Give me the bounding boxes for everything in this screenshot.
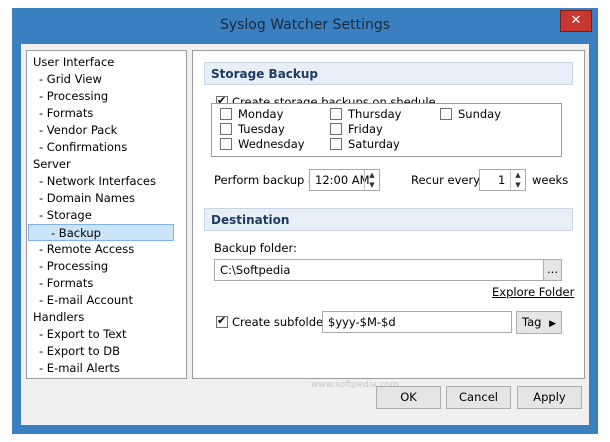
- tree-item-export-to-text[interactable]: - Export to Text: [39, 326, 127, 343]
- wednesday-checkbox[interactable]: [220, 138, 232, 150]
- thursday-label[interactable]: Thursday: [348, 107, 401, 121]
- friday-checkbox[interactable]: [330, 123, 342, 135]
- recur-spinner[interactable]: ▲ ▼: [510, 170, 525, 190]
- spin-down-icon[interactable]: ▼: [365, 180, 379, 190]
- tree-item-formats[interactable]: - Formats: [39, 105, 93, 122]
- tree-item-processing[interactable]: - Processing: [39, 88, 108, 105]
- tree-item-handlers[interactable]: Handlers: [33, 309, 84, 326]
- tag-button-label: Tag: [521, 315, 542, 329]
- play-arrow-icon: ▶: [549, 319, 557, 329]
- close-icon: ✕: [570, 13, 582, 28]
- tree-item-email-alerts[interactable]: - E-mail Alerts: [39, 360, 120, 377]
- tree-item-server[interactable]: Server: [33, 156, 71, 173]
- backup-folder-label: Backup folder:: [214, 241, 297, 255]
- weeks-label: weeks: [532, 173, 569, 187]
- tree-item-backup[interactable]: - Backup: [28, 224, 174, 241]
- recur-every-label: Recur every:: [411, 173, 484, 187]
- settings-tree[interactable]: User Interface - Grid View - Processing …: [26, 50, 187, 379]
- ok-button[interactable]: OK: [376, 386, 441, 409]
- tree-item-vendor-pack[interactable]: - Vendor Pack: [39, 122, 117, 139]
- tree-item-grid-view[interactable]: - Grid View: [39, 71, 102, 88]
- spin-up-icon[interactable]: ▲: [365, 170, 379, 180]
- tree-item-email-account[interactable]: - E-mail Account: [39, 292, 133, 309]
- tree-item-remote-access[interactable]: - Remote Access: [39, 241, 134, 258]
- dialog-client: User Interface - Grid View - Processing …: [21, 44, 589, 425]
- sunday-label[interactable]: Sunday: [458, 107, 501, 121]
- tree-item-confirmations[interactable]: - Confirmations: [39, 139, 127, 156]
- backup-time-value: 12:00 AM: [315, 173, 370, 187]
- spin-down-icon[interactable]: ▼: [511, 180, 525, 190]
- spin-up-icon[interactable]: ▲: [511, 170, 525, 180]
- tree-item-server-formats[interactable]: - Formats: [39, 275, 93, 292]
- storage-backup-header: Storage Backup: [204, 62, 573, 85]
- backup-time-input[interactable]: 12:00 AM ▲ ▼: [309, 169, 380, 191]
- saturday-checkbox[interactable]: [330, 138, 342, 150]
- days-group: Monday Tuesday Wednesday Thursday Friday…: [211, 103, 562, 157]
- storage-backup-title: Storage Backup: [211, 67, 319, 81]
- settings-window: Syslog Watcher Settings ✕ User Interface…: [12, 8, 598, 434]
- tree-item-user-interface[interactable]: User Interface: [33, 54, 114, 71]
- tree-item-domain-names[interactable]: - Domain Names: [39, 190, 135, 207]
- thursday-checkbox[interactable]: [330, 108, 342, 120]
- browse-button[interactable]: ...: [543, 259, 562, 281]
- title-bar[interactable]: Syslog Watcher Settings ✕: [12, 8, 598, 44]
- backup-folder-input[interactable]: C:\Softpedia: [214, 259, 562, 281]
- destination-title: Destination: [211, 213, 290, 227]
- wednesday-label[interactable]: Wednesday: [238, 137, 305, 151]
- time-spinner[interactable]: ▲ ▼: [364, 170, 379, 190]
- recur-weeks-input[interactable]: 1 ▲ ▼: [479, 169, 526, 191]
- tree-item-export-to-db[interactable]: - Export to DB: [39, 343, 120, 360]
- recur-weeks-value: 1: [498, 173, 506, 187]
- tuesday-checkbox[interactable]: [220, 123, 232, 135]
- backup-folder-value: C:\Softpedia: [220, 263, 291, 277]
- create-subfolder-checkbox[interactable]: [216, 314, 228, 328]
- create-subfolder-label[interactable]: Create subfolder:: [232, 315, 332, 329]
- tag-button[interactable]: Tag ▶: [516, 311, 562, 334]
- tree-item-server-processing[interactable]: - Processing: [39, 258, 108, 275]
- tuesday-label[interactable]: Tuesday: [238, 122, 285, 136]
- tree-item-storage[interactable]: - Storage: [39, 207, 92, 224]
- subfolder-pattern-value: $yyy-$M-$d: [328, 315, 396, 329]
- settings-panel: Storage Backup Create storage backups on…: [192, 50, 585, 379]
- sunday-checkbox[interactable]: [440, 108, 452, 120]
- destination-header: Destination: [204, 208, 573, 231]
- perform-backup-label: Perform backup at:: [214, 173, 324, 187]
- monday-label[interactable]: Monday: [238, 107, 283, 121]
- saturday-label[interactable]: Saturday: [348, 137, 400, 151]
- friday-label[interactable]: Friday: [348, 122, 383, 136]
- cancel-button[interactable]: Cancel: [446, 386, 511, 409]
- tree-item-network-interfaces[interactable]: - Network Interfaces: [39, 173, 156, 190]
- subfolder-pattern-input[interactable]: $yyy-$M-$d: [322, 311, 512, 333]
- explore-folder-link[interactable]: Explore Folder: [492, 285, 574, 299]
- apply-button[interactable]: Apply: [517, 386, 582, 409]
- window-title: Syslog Watcher Settings: [219, 17, 391, 33]
- monday-checkbox[interactable]: [220, 108, 232, 120]
- close-button[interactable]: ✕: [560, 10, 592, 32]
